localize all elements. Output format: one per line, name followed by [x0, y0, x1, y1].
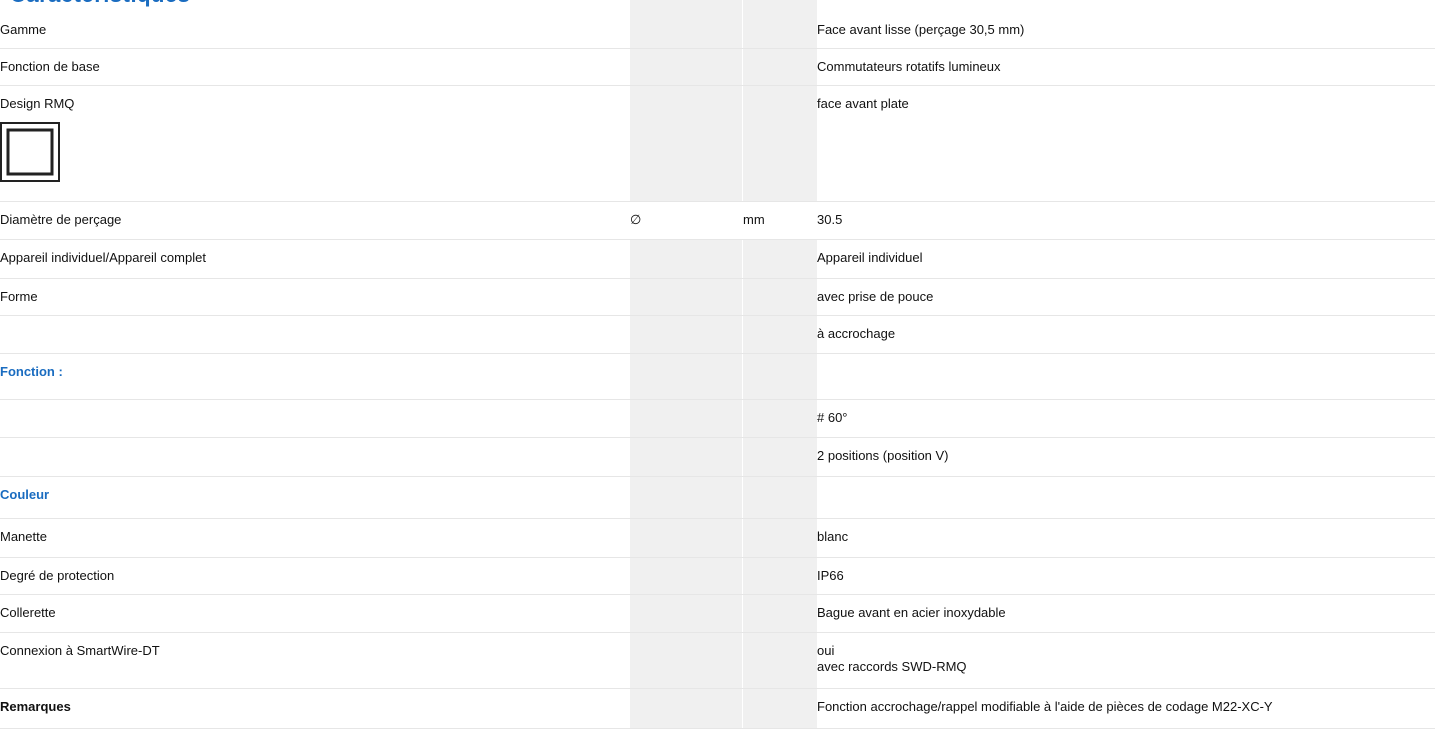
row-value: Appareil individuel [817, 239, 1435, 279]
section-heading-top: Caractéristiques [10, 0, 190, 8]
spec-sheet: Caractéristiques Gamme Face avant lisse … [0, 0, 1435, 729]
row-value: Bague avant en acier inoxydable [817, 594, 1435, 633]
spec-row-positions: 2 positions (position V) [0, 437, 1435, 477]
spec-row-diametre: Diamètre de perçage ∅ mm 30.5 [0, 201, 1435, 240]
row-value: Commutateurs rotatifs lumineux [817, 48, 1435, 86]
spec-row-forme-2: à accrochage [0, 315, 1435, 354]
row-value: face avant plate [817, 85, 1435, 202]
row-label: Fonction de base [0, 48, 630, 86]
spec-row-fonction-base: Fonction de base Commutateurs rotatifs l… [0, 48, 1435, 86]
spec-table: Gamme Face avant lisse (perçage 30,5 mm)… [0, 12, 1435, 729]
spec-row-forme: Forme avec prise de pouce [0, 278, 1435, 316]
row-value: oui [817, 642, 835, 658]
spec-row-gamme: Gamme Face avant lisse (perçage 30,5 mm) [0, 12, 1435, 49]
row-value: avec prise de pouce [817, 278, 1435, 316]
spec-row-connexion: Connexion à SmartWire-DT oui avec raccor… [0, 632, 1435, 689]
row-value: blanc [817, 518, 1435, 558]
spec-row-remarques: Remarques Fonction accrochage/rappel mod… [0, 688, 1435, 729]
diameter-symbol: ∅ [630, 201, 743, 240]
row-value: # 60° [817, 399, 1435, 438]
row-value: 2 positions (position V) [817, 437, 1435, 477]
row-label: Design RMQ [0, 95, 75, 111]
row-label: Appareil individuel/Appareil complet [0, 239, 630, 279]
row-label: Remarques [0, 688, 630, 729]
row-value: 30.5 [817, 201, 1435, 240]
row-label: Connexion à SmartWire-DT [0, 632, 630, 689]
row-label: Degré de protection [0, 557, 630, 595]
spec-row-protection: Degré de protection IP66 [0, 557, 1435, 595]
spec-row-design: Design RMQ face avant plate [0, 85, 1435, 202]
row-value-secondary: avec raccords SWD-RMQ [817, 658, 967, 674]
row-label: Gamme [0, 12, 630, 49]
unit-label: mm [743, 201, 817, 240]
row-value: IP66 [817, 557, 1435, 595]
row-label: Collerette [0, 594, 630, 633]
flat-front-icon [0, 121, 60, 182]
section-row-couleur: Couleur [0, 476, 1435, 519]
row-value: Fonction accrochage/rappel modifiable à … [817, 688, 1435, 729]
spec-row-appareil: Appareil individuel/Appareil complet App… [0, 239, 1435, 279]
row-value: à accrochage [817, 315, 1435, 354]
row-label: Diamètre de perçage [0, 201, 630, 240]
section-row-fonction: Fonction : [0, 353, 1435, 400]
row-label: Forme [0, 278, 630, 316]
row-value: Face avant lisse (perçage 30,5 mm) [817, 12, 1435, 49]
section-heading-couleur: Couleur [0, 476, 630, 519]
spec-row-angle: # 60° [0, 399, 1435, 438]
section-heading-fonction: Fonction : [0, 353, 630, 400]
row-label: Manette [0, 518, 630, 558]
spec-row-manette: Manette blanc [0, 518, 1435, 558]
spec-row-collerette: Collerette Bague avant en acier inoxydab… [0, 594, 1435, 633]
